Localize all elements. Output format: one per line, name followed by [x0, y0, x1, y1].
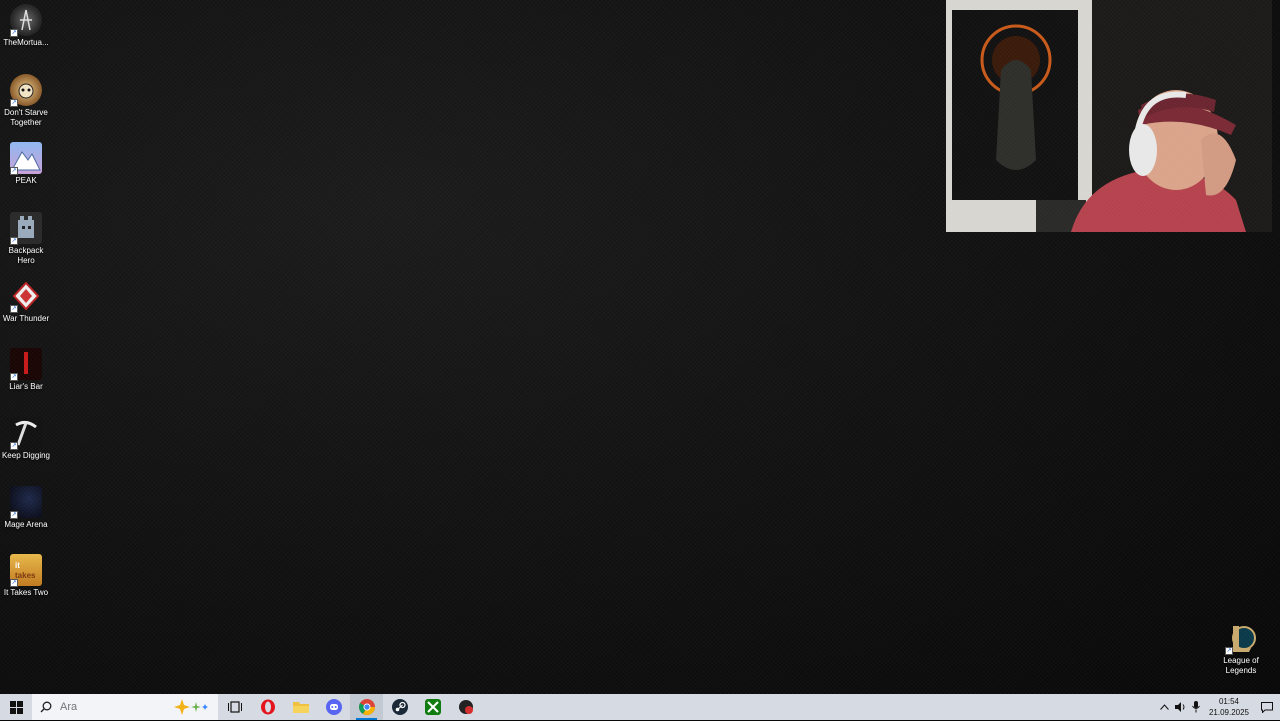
- desktop-icon-backpack-hero[interactable]: ↗ Backpack Hero: [0, 212, 52, 266]
- desktop-icon-it-takes-two[interactable]: it takes ↗ It Takes Two: [0, 554, 52, 598]
- keep-digging-icon: ↗: [10, 417, 42, 450]
- start-button[interactable]: [0, 694, 32, 720]
- system-tray: 01:54 21.09.2025: [1156, 694, 1280, 720]
- show-hidden-icons-button[interactable]: [1156, 694, 1172, 720]
- desktop-icon-label: League of Legends: [1223, 656, 1259, 675]
- desktop-icon-label: Don't Starve Together: [4, 108, 48, 127]
- desktop-icon-war-thunder[interactable]: ↗ War Thunder: [0, 280, 52, 324]
- task-view-button[interactable]: [218, 694, 251, 720]
- peak-icon: ↗: [10, 142, 42, 175]
- war-thunder-icon: ↗: [10, 280, 42, 313]
- chrome-icon: [358, 699, 375, 715]
- search-box[interactable]: [32, 694, 218, 720]
- discord-icon: [325, 699, 342, 715]
- webcam-overlay: [946, 0, 1272, 232]
- it-takes-two-icon: it takes ↗: [10, 554, 42, 587]
- notification-center-button[interactable]: [1254, 694, 1280, 720]
- taskbar-app-xbox[interactable]: [416, 694, 449, 720]
- clock-time: 01:54: [1218, 697, 1240, 706]
- search-highlight-icon: [172, 698, 212, 721]
- taskbar-app-opera[interactable]: [251, 694, 284, 720]
- dont-starve-icon: ↗: [10, 74, 42, 107]
- opera-icon: [260, 699, 275, 715]
- league-of-legends-icon: ↗: [1225, 622, 1257, 655]
- desktop-icon-label: Backpack Hero: [8, 246, 44, 265]
- chevron-up-icon: [1159, 704, 1169, 710]
- task-view-icon: [227, 701, 242, 713]
- mage-arena-icon: ↗: [10, 486, 42, 519]
- desktop-icon-the-mortuary[interactable]: ↗ TheMortua...: [0, 4, 52, 48]
- desktop-icon-label: TheMortua...: [3, 38, 49, 47]
- desktop-icon-label: PEAK: [15, 176, 37, 185]
- svg-text:takes: takes: [15, 571, 36, 580]
- notification-icon: [1261, 701, 1273, 713]
- microphone-icon: [1192, 701, 1200, 713]
- desktop: ↗ TheMortua... ↗ Don't Starve Together ↗…: [0, 0, 1280, 694]
- desktop-icon-label: It Takes Two: [3, 588, 49, 597]
- desktop-icon-liars-bar[interactable]: ↗ Liar's Bar: [0, 348, 52, 392]
- desktop-icon-label: Liar's Bar: [9, 382, 43, 391]
- backpack-hero-icon: ↗: [10, 212, 42, 245]
- taskbar-app-game[interactable]: [449, 694, 482, 720]
- svg-text:it: it: [15, 561, 20, 570]
- clock[interactable]: 01:54 21.09.2025: [1204, 696, 1254, 718]
- game-app-icon: [458, 700, 473, 714]
- taskbar-app-chrome[interactable]: [350, 694, 383, 720]
- steam-icon: [391, 699, 408, 715]
- desktop-icon-league-of-legends[interactable]: ↗ League of Legends: [1215, 622, 1267, 676]
- desktop-icon-mage-arena[interactable]: ↗ Mage Arena: [0, 486, 52, 530]
- microphone-button[interactable]: [1188, 694, 1204, 720]
- volume-icon: [1175, 702, 1185, 712]
- taskbar-app-steam[interactable]: [383, 694, 416, 720]
- taskbar: 01:54 21.09.2025: [0, 694, 1280, 720]
- desktop-icon-label: Keep Digging: [1, 451, 51, 460]
- liars-bar-icon: ↗: [10, 348, 42, 381]
- desktop-icon-label: Mage Arena: [4, 520, 48, 529]
- webcam-scene: [946, 0, 1272, 232]
- search-icon: [40, 701, 52, 713]
- taskbar-app-discord[interactable]: [317, 694, 350, 720]
- desktop-icon-dont-starve[interactable]: ↗ Don't Starve Together: [0, 74, 52, 128]
- desktop-icon-peak[interactable]: ↗ PEAK: [0, 142, 52, 186]
- xbox-icon: [424, 699, 441, 715]
- taskbar-app-file-explorer[interactable]: [284, 694, 317, 720]
- desktop-icon-label: War Thunder: [2, 314, 50, 323]
- volume-button[interactable]: [1172, 694, 1188, 720]
- desktop-icon-keep-digging[interactable]: ↗ Keep Digging: [0, 417, 52, 461]
- file-explorer-icon: [292, 702, 309, 713]
- clock-date: 21.09.2025: [1208, 708, 1250, 717]
- the-mortuary-icon: ↗: [10, 4, 42, 37]
- windows-logo-icon: [9, 700, 23, 714]
- search-input[interactable]: [58, 700, 172, 714]
